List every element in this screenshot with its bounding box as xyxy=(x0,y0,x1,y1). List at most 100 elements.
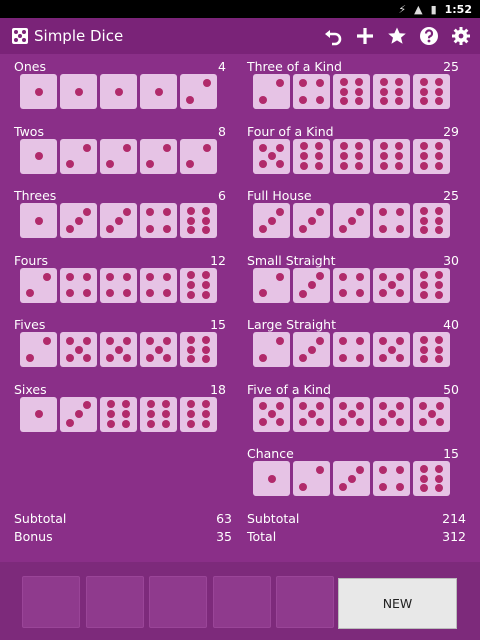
die-face-5 xyxy=(293,396,330,432)
die-pip xyxy=(114,216,123,225)
die-pip xyxy=(307,216,316,225)
die-pip xyxy=(420,355,429,364)
category-fours[interactable]: Fours 12 xyxy=(14,253,226,313)
die-face-2 xyxy=(293,461,330,496)
die-pip xyxy=(307,410,316,418)
die-pip xyxy=(258,418,267,427)
dice-row xyxy=(253,332,450,367)
die-pip xyxy=(82,289,91,298)
die-face-6 xyxy=(413,267,450,303)
die-pip xyxy=(298,225,307,234)
star-icon xyxy=(388,27,406,44)
category-five-of-a-kind[interactable]: Five of a Kind 50 xyxy=(247,382,459,442)
die-pip xyxy=(338,418,347,427)
die-pip xyxy=(161,410,170,418)
die-pip xyxy=(74,87,83,96)
category-score: 25 xyxy=(443,59,459,74)
die-pip xyxy=(314,161,323,170)
bonus-label: Bonus xyxy=(14,529,53,544)
die-pip xyxy=(187,216,196,225)
die-pip xyxy=(105,353,114,362)
add-button[interactable] xyxy=(352,23,378,49)
die-pip xyxy=(378,353,387,362)
die-pip xyxy=(201,216,210,225)
die-pip xyxy=(105,337,114,346)
die-pip xyxy=(340,87,349,96)
category-three-of-a-kind[interactable]: Three of a Kind 25 xyxy=(247,59,459,119)
die-pip xyxy=(276,207,285,216)
favorite-button[interactable] xyxy=(384,23,410,49)
die-pip xyxy=(146,224,155,233)
die-face-2 xyxy=(253,267,290,303)
category-fives[interactable]: Fives 15 xyxy=(14,317,226,377)
die-pip xyxy=(121,400,130,409)
category-name: Threes xyxy=(14,188,57,203)
category-score: 8 xyxy=(218,123,226,139)
dice-slot-5[interactable] xyxy=(276,576,334,628)
new-game-button[interactable]: NEW xyxy=(338,578,457,629)
settings-button[interactable] xyxy=(448,23,474,49)
die-face-3 xyxy=(60,203,97,238)
die-face-3 xyxy=(293,332,330,367)
die-face-5 xyxy=(373,332,410,367)
die-pip xyxy=(163,353,171,362)
category-score: 29 xyxy=(443,123,459,139)
category-twos[interactable]: Twos 8 xyxy=(14,124,226,184)
die-face-3 xyxy=(293,267,330,303)
category-ones[interactable]: Ones 4 xyxy=(14,59,226,119)
category-name: Small Straight xyxy=(247,252,336,268)
die-pip xyxy=(354,87,363,96)
die-face-4 xyxy=(60,267,97,303)
help-button[interactable] xyxy=(416,23,442,49)
die-pip xyxy=(42,272,51,281)
undo-button[interactable] xyxy=(320,23,346,49)
dice-slot-1[interactable] xyxy=(22,576,80,628)
die-pip xyxy=(66,272,75,281)
die-pip xyxy=(147,419,156,428)
dice-row xyxy=(253,203,450,238)
die-pip xyxy=(121,410,130,418)
category-small-straight[interactable]: Small Straight 30 xyxy=(247,253,459,313)
category-chance[interactable]: Chance 15 xyxy=(247,446,459,506)
die-face-1 xyxy=(20,138,57,174)
battery-icon: ▮ xyxy=(430,2,437,16)
die-pip xyxy=(395,482,404,491)
die-pip xyxy=(316,418,324,427)
die-pip xyxy=(187,410,196,418)
die-pip xyxy=(420,97,429,106)
die-pip xyxy=(418,401,427,410)
die-pip xyxy=(187,355,196,364)
die-pip xyxy=(420,206,429,215)
category-four-of-a-kind[interactable]: Four of a Kind 29 xyxy=(247,124,459,184)
die-pip xyxy=(298,289,307,298)
die-pip xyxy=(300,152,309,160)
category-name: Sixes xyxy=(14,381,47,397)
die-pip xyxy=(420,77,429,86)
die-pip xyxy=(259,289,268,298)
dice-slot-3[interactable] xyxy=(149,576,207,628)
signal-icon: ▲ xyxy=(414,2,423,16)
die-pip xyxy=(276,143,284,152)
category-sixes[interactable]: Sixes 18 xyxy=(14,382,226,442)
die-pip xyxy=(347,216,356,225)
die-face-4 xyxy=(333,332,370,367)
category-threes[interactable]: Threes 6 xyxy=(14,188,226,248)
die-pip xyxy=(378,401,387,410)
die-face-6 xyxy=(333,74,370,109)
die-pip xyxy=(123,353,131,362)
gear-icon xyxy=(452,27,470,45)
die-pip xyxy=(258,143,267,152)
die-pip xyxy=(298,418,307,427)
dice-slot-2[interactable] xyxy=(86,576,144,628)
bonus-row: Bonus 35 xyxy=(14,529,232,547)
die-pip xyxy=(267,152,276,160)
die-pip xyxy=(298,401,307,410)
die-pip xyxy=(395,466,404,475)
category-name: Large Straight xyxy=(247,317,337,332)
die-face-1 xyxy=(253,461,290,496)
category-large-straight[interactable]: Large Straight 40 xyxy=(247,317,459,377)
dice-slot-4[interactable] xyxy=(213,576,271,628)
die-pip xyxy=(107,410,116,418)
die-pip xyxy=(355,272,364,281)
category-full-house[interactable]: Full House 25 xyxy=(247,188,459,248)
